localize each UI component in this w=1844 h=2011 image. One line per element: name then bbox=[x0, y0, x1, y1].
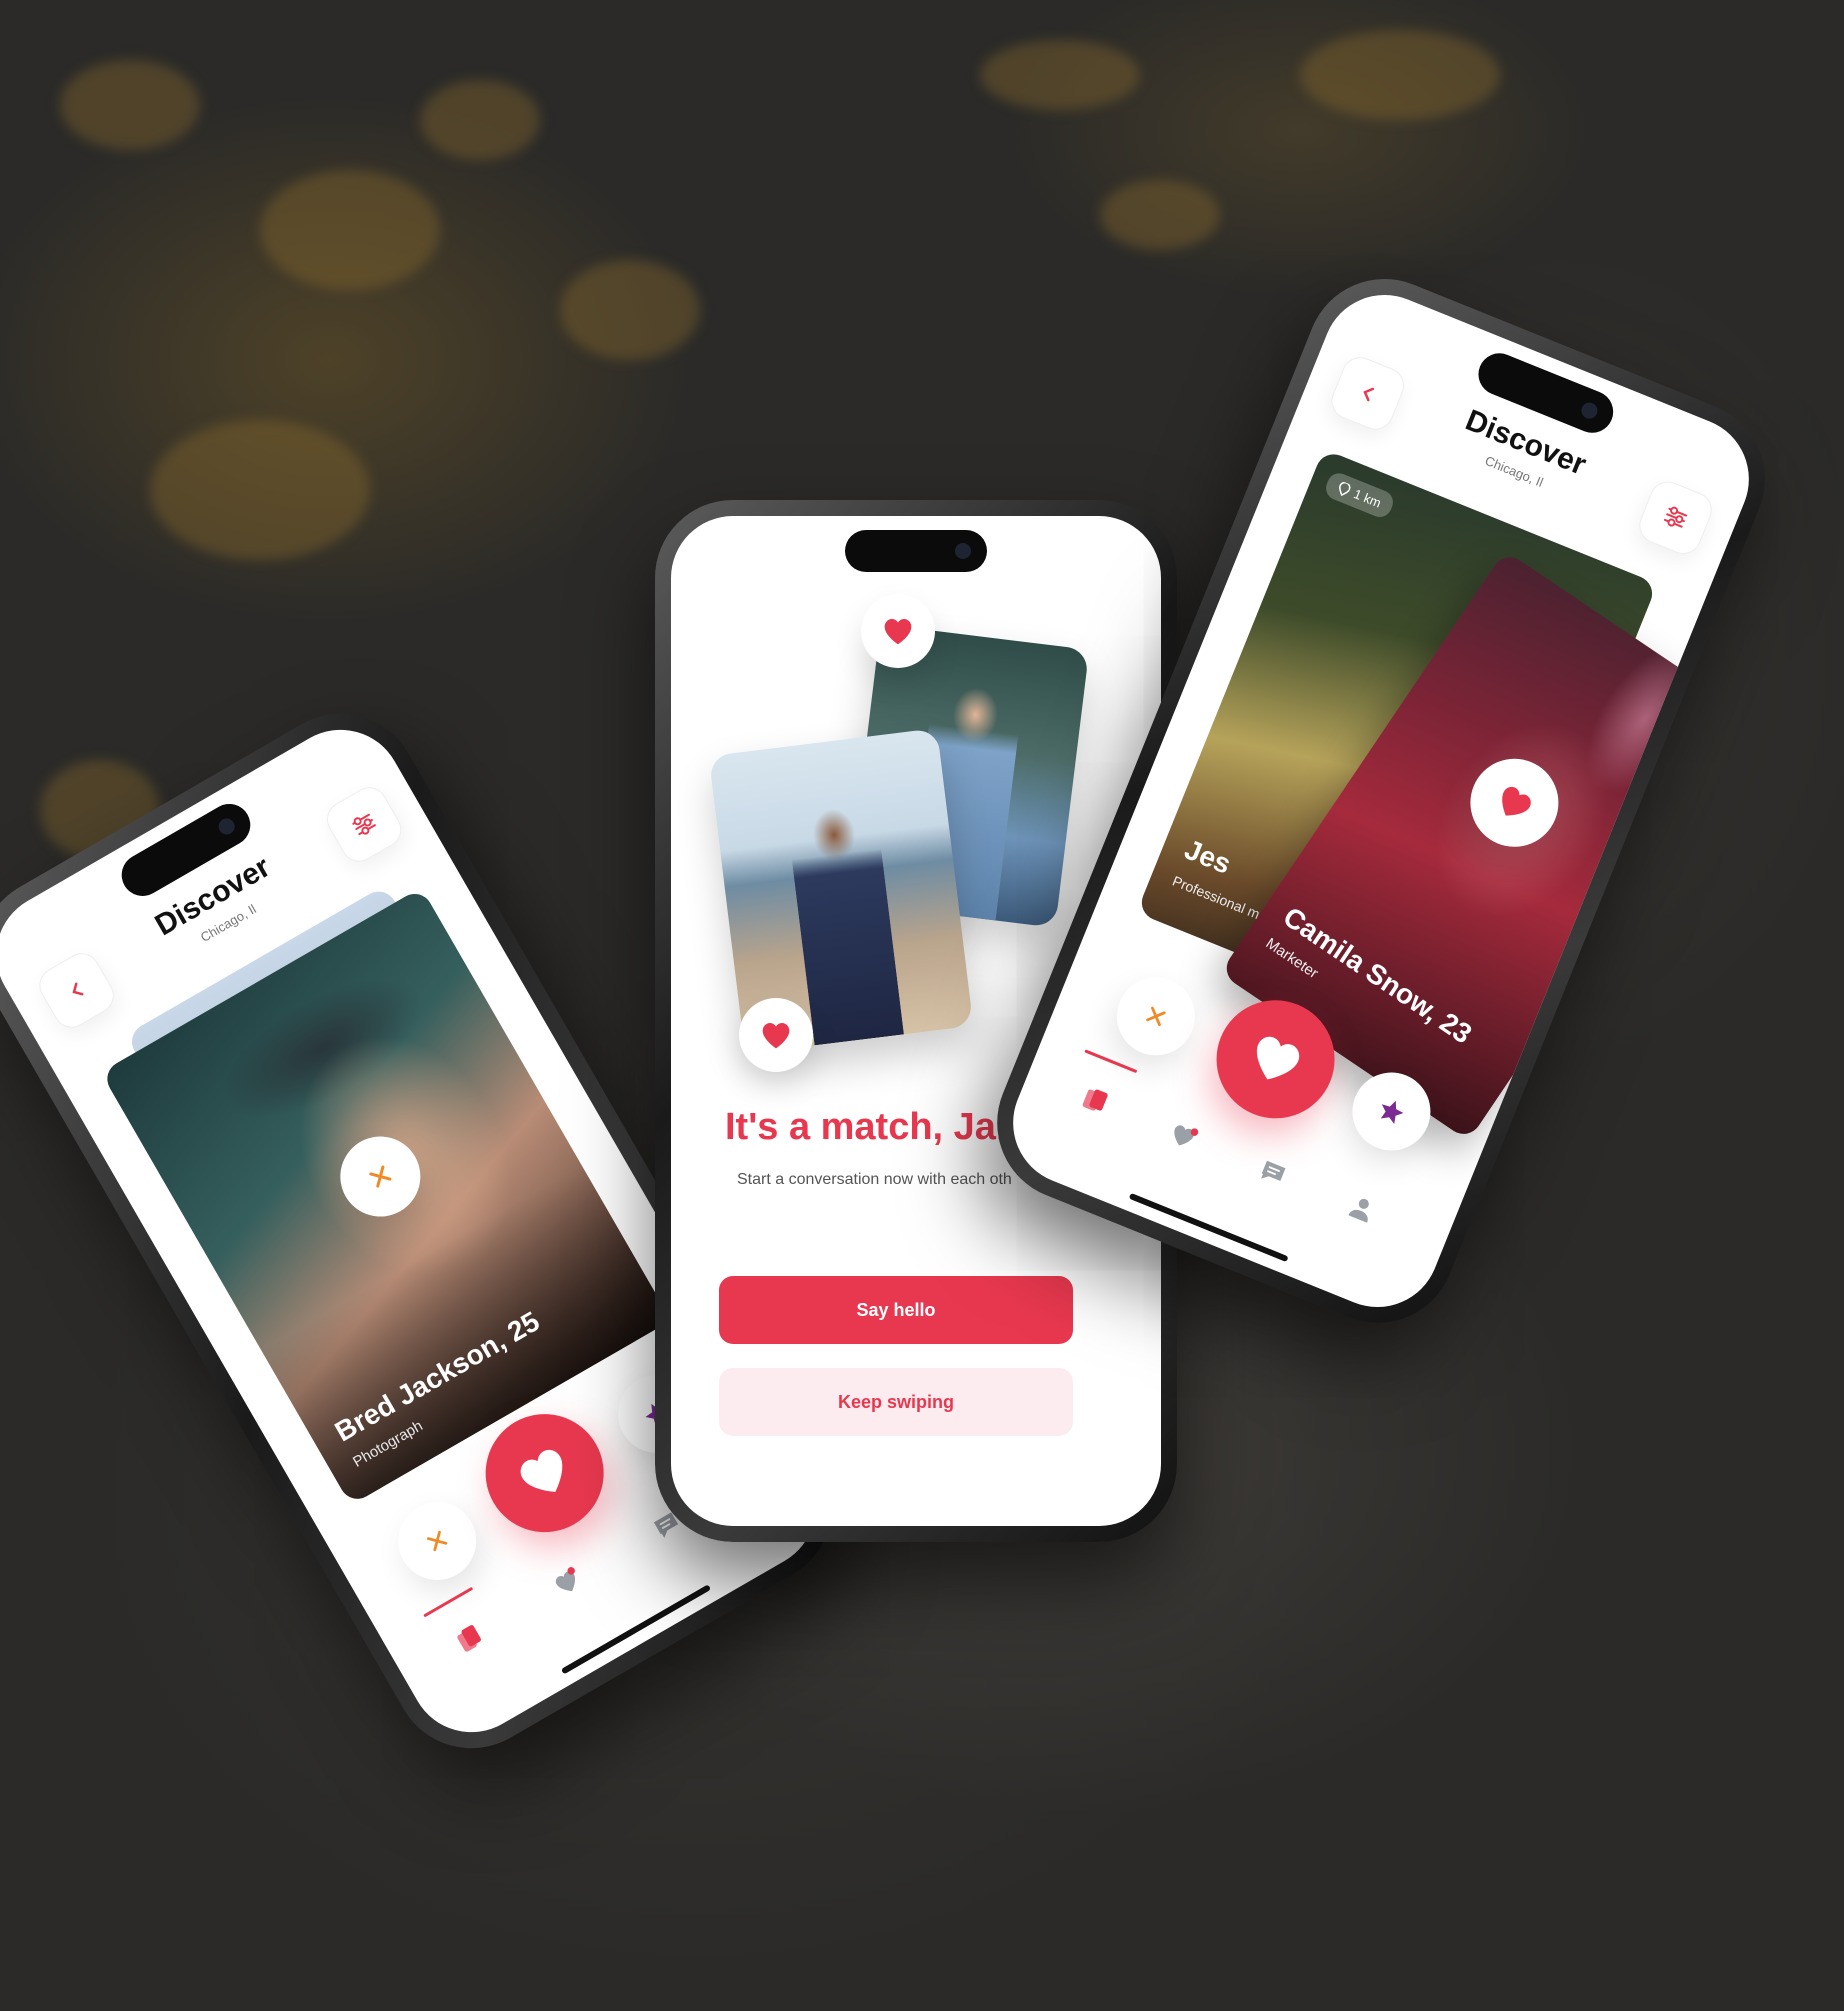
tab-matches[interactable] bbox=[541, 1555, 596, 1610]
cards-icon bbox=[1082, 1089, 1108, 1111]
close-icon bbox=[1146, 1006, 1166, 1027]
heart-icon bbox=[762, 1023, 790, 1049]
tab-cards[interactable] bbox=[442, 1612, 497, 1667]
filter-button[interactable] bbox=[1633, 476, 1718, 560]
card-name: Jes bbox=[1180, 833, 1236, 880]
heart-icon bbox=[1256, 1036, 1300, 1080]
heart-icon bbox=[520, 1449, 563, 1492]
chat-icon bbox=[1261, 1160, 1286, 1181]
sliders-icon bbox=[352, 813, 376, 836]
sliders-icon bbox=[1663, 506, 1688, 528]
keep-swiping-button[interactable]: Keep swiping bbox=[719, 1368, 1073, 1436]
close-icon bbox=[369, 1165, 392, 1188]
chevron-left-icon bbox=[72, 982, 84, 996]
dynamic-island bbox=[845, 530, 987, 572]
back-button[interactable] bbox=[32, 946, 121, 1035]
match-subtitle: Start a conversation now with each oth bbox=[737, 1171, 1012, 1188]
distance-badge: 1 km bbox=[1322, 469, 1397, 521]
tab-indicator bbox=[423, 1586, 474, 1618]
heart-badge-top bbox=[861, 594, 935, 668]
profile-icon bbox=[1348, 1198, 1369, 1223]
heart-badge-bottom bbox=[739, 998, 813, 1072]
woman-figure bbox=[785, 796, 904, 1046]
match-photo-her bbox=[708, 728, 974, 1054]
tab-chat[interactable] bbox=[1247, 1147, 1299, 1199]
tab-matches[interactable] bbox=[1158, 1111, 1210, 1163]
star-icon bbox=[1380, 1100, 1404, 1124]
tab-indicator bbox=[1084, 1049, 1138, 1074]
filter-button[interactable] bbox=[320, 780, 408, 869]
matches-icon bbox=[555, 1567, 576, 1592]
matches-icon bbox=[1174, 1125, 1199, 1146]
say-hello-button[interactable]: Say hello bbox=[719, 1276, 1073, 1344]
close-icon bbox=[427, 1530, 448, 1552]
distance-label: 1 km bbox=[1351, 486, 1384, 511]
heart-icon bbox=[884, 619, 912, 645]
tab-profile[interactable] bbox=[1336, 1183, 1388, 1235]
dismiss-button[interactable] bbox=[1105, 965, 1207, 1068]
chevron-left-icon bbox=[1363, 387, 1375, 402]
cards-icon bbox=[457, 1625, 481, 1652]
match-title: It's a match, Jak bbox=[725, 1106, 1018, 1148]
tab-cards[interactable] bbox=[1069, 1075, 1121, 1127]
heart-icon bbox=[1502, 786, 1532, 816]
back-button[interactable] bbox=[1326, 351, 1410, 436]
location-pin-icon bbox=[1339, 481, 1351, 496]
